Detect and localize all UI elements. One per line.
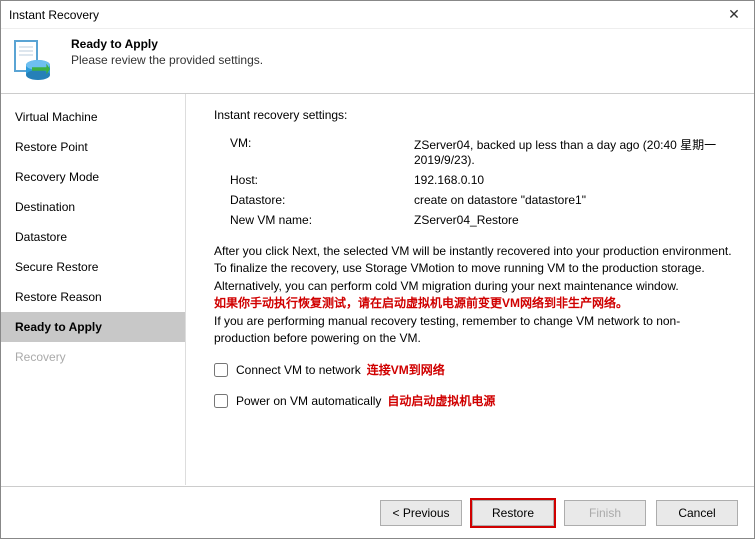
sidebar-item-restore-reason[interactable]: Restore Reason	[1, 282, 185, 312]
wizard-content: Instant recovery settings: VM: ZServer04…	[186, 94, 754, 485]
checkbox-power-label: Power on VM automatically	[236, 394, 381, 408]
header-title: Ready to Apply	[71, 37, 263, 51]
checkbox-row-connect: Connect VM to network 连接VM到网络	[214, 361, 736, 378]
para-line3-red: 如果你手动执行恢复测试，请在启动虚拟机电源前变更VM网络到非生产网络。	[214, 296, 628, 310]
kv-value-vm: ZServer04, backed up less than a day ago…	[414, 136, 736, 167]
finish-button: Finish	[564, 500, 646, 526]
kv-label-datastore: Datastore:	[214, 193, 414, 207]
checkbox-connect-label: Connect VM to network	[236, 363, 361, 377]
kv-row-vm: VM: ZServer04, backed up less than a day…	[214, 136, 736, 167]
wizard-icon	[11, 35, 59, 83]
kv-row-host: Host: 192.168.0.10	[214, 173, 736, 187]
checkbox-connect-vm[interactable]	[214, 363, 228, 377]
kv-label-vm: VM:	[214, 136, 414, 167]
para-line1: After you click Next, the selected VM wi…	[214, 244, 732, 275]
cancel-button[interactable]: Cancel	[656, 500, 738, 526]
close-icon[interactable]: ✕	[722, 6, 746, 23]
kv-label-newvm: New VM name:	[214, 213, 414, 227]
kv-row-newvm: New VM name: ZServer04_Restore	[214, 213, 736, 227]
kv-value-datastore: create on datastore "datastore1"	[414, 193, 736, 207]
sidebar-item-secure-restore[interactable]: Secure Restore	[1, 252, 185, 282]
window-title: Instant Recovery	[9, 8, 99, 22]
titlebar: Instant Recovery ✕	[1, 1, 754, 29]
wizard-footer: < Previous Restore Finish Cancel	[1, 486, 754, 538]
sidebar-item-ready-to-apply[interactable]: Ready to Apply	[1, 312, 185, 342]
section-title: Instant recovery settings:	[214, 108, 736, 122]
restore-button[interactable]: Restore	[472, 500, 554, 526]
info-paragraph: After you click Next, the selected VM wi…	[214, 243, 736, 347]
checkbox-power-on[interactable]	[214, 394, 228, 408]
wizard-sidebar: Virtual Machine Restore Point Recovery M…	[1, 94, 186, 485]
sidebar-item-recovery-mode[interactable]: Recovery Mode	[1, 162, 185, 192]
previous-button[interactable]: < Previous	[380, 500, 462, 526]
sidebar-item-virtual-machine[interactable]: Virtual Machine	[1, 102, 185, 132]
header-subtitle: Please review the provided settings.	[71, 53, 263, 67]
kv-value-host: 192.168.0.10	[414, 173, 736, 187]
kv-label-host: Host:	[214, 173, 414, 187]
sidebar-item-recovery: Recovery	[1, 342, 185, 372]
para-line2: Alternatively, you can perform cold VM m…	[214, 279, 679, 293]
kv-row-datastore: Datastore: create on datastore "datastor…	[214, 193, 736, 207]
checkbox-row-power: Power on VM automatically 自动启动虚拟机电源	[214, 392, 736, 409]
wizard-body: Virtual Machine Restore Point Recovery M…	[1, 94, 754, 485]
checkbox-connect-red: 连接VM到网络	[367, 361, 445, 378]
sidebar-item-destination[interactable]: Destination	[1, 192, 185, 222]
sidebar-item-restore-point[interactable]: Restore Point	[1, 132, 185, 162]
kv-value-newvm: ZServer04_Restore	[414, 213, 736, 227]
wizard-header: Ready to Apply Please review the provide…	[1, 29, 754, 94]
para-line4: If you are performing manual recovery te…	[214, 314, 680, 345]
checkbox-power-red: 自动启动虚拟机电源	[387, 392, 495, 409]
sidebar-item-datastore[interactable]: Datastore	[1, 222, 185, 252]
